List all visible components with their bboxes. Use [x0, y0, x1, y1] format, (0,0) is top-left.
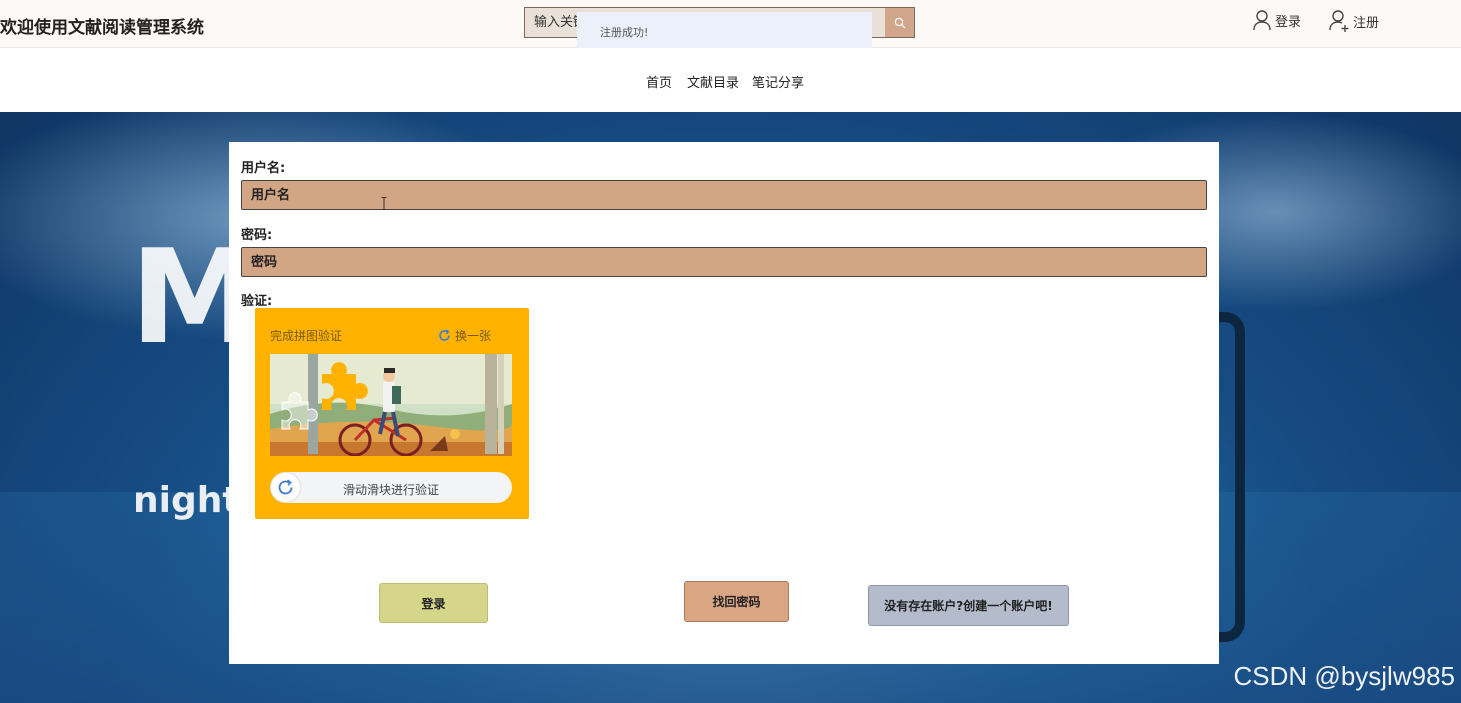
captcha-refresh-button[interactable]: 换一张 [438, 327, 491, 344]
login-link[interactable]: 登录 [1252, 9, 1301, 31]
top-header: 欢迎使用文献阅读管理系统 注册成功! 登录 注册 [0, 0, 1461, 48]
watermark: CSDN @bysjlw985 [1233, 661, 1455, 691]
add-user-icon [1329, 10, 1349, 32]
login-button[interactable]: 登录 [379, 583, 488, 623]
user-icon [1253, 10, 1271, 31]
captcha-title: 完成拼图验证 [270, 329, 343, 343]
search-icon [894, 17, 905, 28]
search-button[interactable] [885, 8, 914, 37]
captcha-slider-handle[interactable] [271, 473, 300, 502]
toast-message: 注册成功! [577, 12, 872, 48]
nav-item-notes[interactable]: 笔记分享 [752, 72, 804, 91]
login-form-panel: 用户名: 密码: 验证: 完成拼图验证 换一张 [229, 142, 1219, 664]
username-label: 用户名: [241, 161, 286, 176]
find-password-button[interactable]: 找回密码 [684, 581, 789, 622]
nav-item-home[interactable]: 首页 [646, 72, 672, 91]
login-link-label: 登录 [1275, 14, 1302, 30]
text-cursor-icon [381, 197, 387, 210]
hero-tagline: night [133, 480, 240, 521]
captcha-slider-track: 滑动滑块进行验证 [270, 472, 512, 503]
captcha-illustration [270, 354, 512, 456]
verify-label: 验证: [241, 294, 273, 309]
slider-hint-text: 滑动滑块进行验证 [342, 483, 439, 497]
site-title: 欢迎使用文献阅读管理系统 [0, 18, 204, 37]
refresh-icon [439, 329, 450, 341]
captcha-refresh-label: 换一张 [455, 329, 492, 343]
puzzle-captcha: 完成拼图验证 换一张 滑动滑块进行验证 [255, 308, 529, 519]
main-nav: 首页 文献目录 笔记分享 [0, 48, 1461, 112]
register-link[interactable]: 注册 [1328, 9, 1379, 33]
create-account-button[interactable]: 没有存在账户?创建一个账户吧! [868, 585, 1069, 626]
password-label: 密码: [241, 228, 273, 243]
nav-item-catalog[interactable]: 文献目录 [687, 72, 739, 91]
password-field[interactable] [241, 247, 1207, 277]
captcha-image [270, 354, 512, 456]
register-link-label: 注册 [1353, 15, 1380, 31]
refresh-icon [278, 479, 293, 495]
